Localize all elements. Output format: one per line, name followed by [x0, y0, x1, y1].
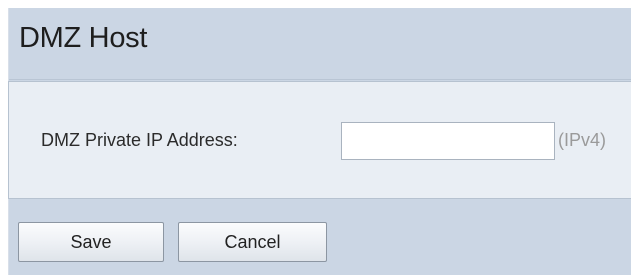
- save-button[interactable]: Save: [18, 222, 164, 262]
- dmz-settings-panel: DMZ Private IP Address: (IPv4): [8, 81, 631, 199]
- dmz-ip-label: DMZ Private IP Address:: [41, 130, 238, 150]
- ipv4-hint: (IPv4): [558, 130, 607, 150]
- page-title: DMZ Host: [19, 22, 148, 54]
- cancel-button[interactable]: Cancel: [178, 222, 327, 262]
- title-divider: [9, 79, 631, 80]
- dmz-ip-input[interactable]: [341, 122, 555, 160]
